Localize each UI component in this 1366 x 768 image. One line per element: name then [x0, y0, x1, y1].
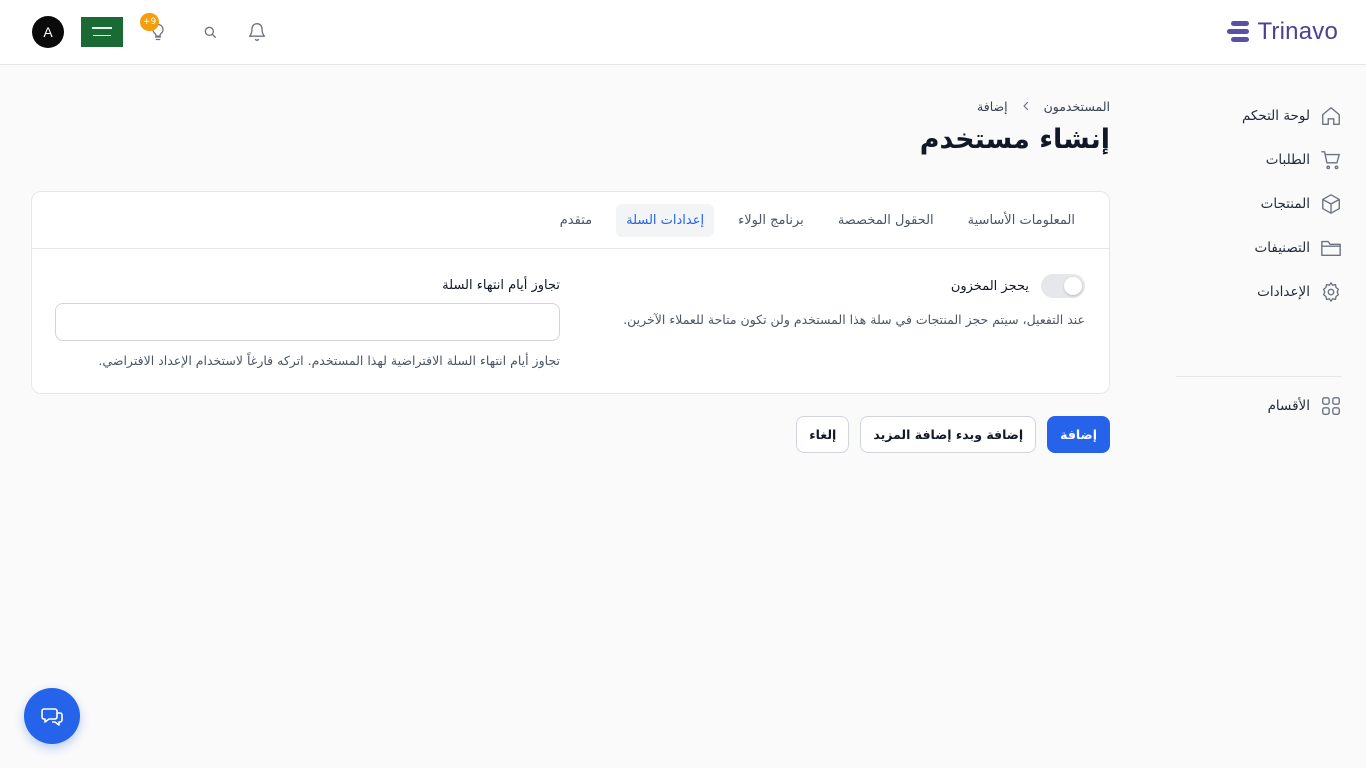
sidebar-item-dashboard[interactable]: لوحة التحكم: [1242, 101, 1342, 131]
gear-icon: [1322, 282, 1340, 302]
top-bar: Trinavo A +9: [0, 0, 1366, 65]
reserve-stock-toggle[interactable]: [1041, 274, 1085, 298]
reserve-stock-help: عند التفعيل، سيتم حجز المنتجات في سلة هذ…: [623, 312, 1085, 327]
sidebar-item-categories[interactable]: التصنيفات: [1255, 233, 1342, 263]
cart-expiry-field: تجاوز أيام انتهاء السلة تجاوز أيام انتها…: [55, 278, 560, 368]
toggle-knob: [1064, 277, 1082, 295]
tab-loyalty-program[interactable]: برنامج الولاء: [728, 204, 814, 237]
reserve-stock-field: يحجز المخزون عند التفعيل، سيتم حجز المنت…: [585, 274, 1085, 327]
sidebar-item-label: التصنيفات: [1254, 240, 1310, 256]
tab-advanced[interactable]: متقدم: [550, 204, 602, 237]
user-avatar[interactable]: A: [32, 16, 64, 48]
tab-custom-fields[interactable]: الحقول المخصصة: [828, 204, 944, 237]
grid-icon: [1322, 397, 1340, 415]
sidebar-item-settings[interactable]: الإعدادات: [1257, 277, 1342, 307]
breadcrumb-current: إضافة: [977, 98, 1008, 114]
sidebar-item-label: المنتجات: [1260, 196, 1310, 212]
cart-expiry-input[interactable]: [55, 303, 560, 341]
notification-count-badge: +9: [140, 13, 160, 31]
brand-logo[interactable]: Trinavo: [1227, 16, 1338, 48]
tab-cart-settings[interactable]: إعدادات السلة: [616, 203, 715, 237]
home-icon: [1322, 107, 1340, 125]
lightbulb-button[interactable]: +9: [140, 13, 170, 44]
form-tabs: المعلومات الأساسية الحقول المخصصة برنامج…: [32, 192, 1109, 249]
chat-support-button[interactable]: [24, 688, 80, 744]
user-form-card: المعلومات الأساسية الحقول المخصصة برنامج…: [31, 191, 1110, 394]
tab-basic-info[interactable]: المعلومات الأساسية: [958, 204, 1085, 237]
sidebar-item-orders[interactable]: الطلبات: [1266, 145, 1342, 175]
breadcrumb: المستخدمون إضافة: [977, 96, 1110, 116]
sidebar-item-sections[interactable]: الأقسام: [1268, 391, 1342, 421]
cart-expiry-help: تجاوز أيام انتهاء السلة الافتراضية لهذا …: [98, 353, 560, 368]
chat-bubbles-icon: [41, 708, 63, 726]
cart-icon: [1321, 151, 1340, 170]
sidebar-item-label: الإعدادات: [1257, 284, 1310, 300]
sidebar-item-label: الطلبات: [1265, 152, 1310, 168]
sidebar-item-label: الأقسام: [1267, 398, 1310, 414]
sidebar-item-label: لوحة التحكم: [1241, 108, 1310, 124]
sidebar-item-products[interactable]: المنتجات: [1261, 189, 1342, 219]
add-button[interactable]: إضافة: [1047, 416, 1110, 453]
top-actions: A +9: [32, 13, 269, 48]
avatar-initial: A: [43, 24, 53, 40]
breadcrumb-parent-link[interactable]: المستخدمون: [1044, 99, 1110, 114]
cart-expiry-label: تجاوز أيام انتهاء السلة: [442, 278, 560, 293]
cancel-button[interactable]: إلغاء: [796, 416, 850, 453]
folder-icon: [1321, 240, 1341, 257]
notifications-button[interactable]: [245, 20, 269, 44]
add-and-create-more-button[interactable]: إضافة وبدء إضافة المزيد: [860, 416, 1037, 453]
form-actions: إضافة إضافة وبدء إضافة المزيد إلغاء: [796, 416, 1110, 453]
brand-name: Trinavo: [1257, 18, 1338, 45]
sidebar-divider: [1176, 376, 1342, 377]
language-flag-saudi-arabia-icon[interactable]: [81, 17, 123, 47]
search-icon: [204, 26, 216, 38]
bell-icon: [248, 23, 266, 41]
reserve-stock-label: يحجز المخزون: [950, 278, 1029, 294]
box-icon: [1322, 194, 1340, 214]
logo-mark-icon: [1227, 19, 1251, 45]
page-title: إنشاء مستخدم: [919, 124, 1110, 155]
chevron-left-icon: [1022, 101, 1028, 111]
search-button[interactable]: [198, 20, 222, 44]
